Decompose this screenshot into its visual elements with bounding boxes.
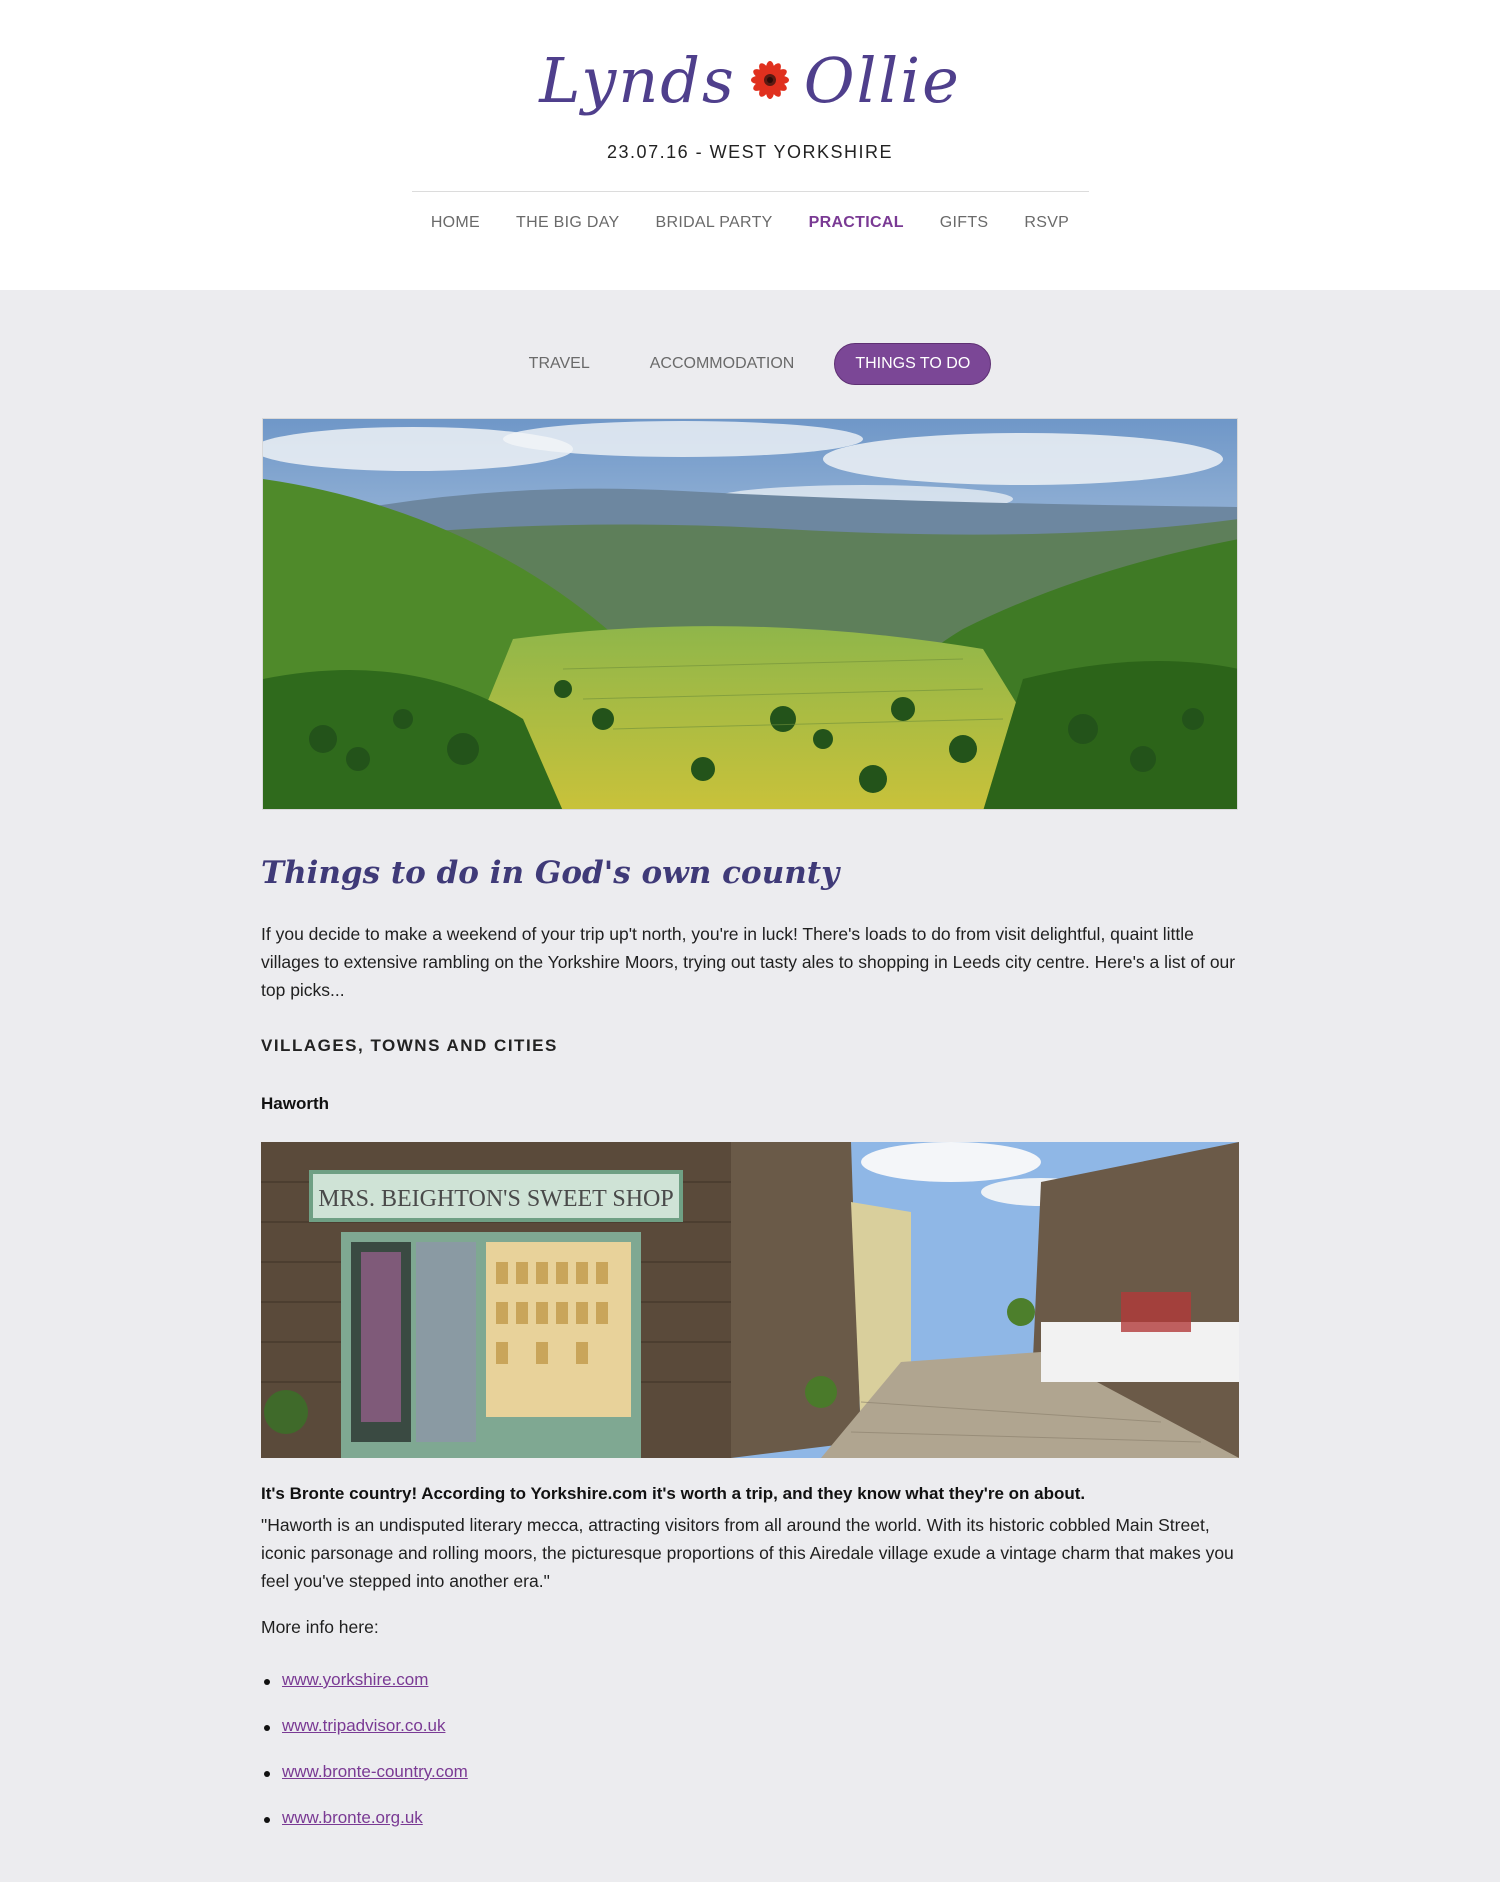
wedding-date-location: 23.07.16 - WEST YORKSHIRE (607, 142, 893, 162)
logo-name-left: Lynds (539, 43, 736, 117)
link-tripadvisor[interactable]: www.tripadvisor.co.uk (282, 1716, 445, 1735)
nav-rsvp[interactable]: RSVP (1024, 214, 1069, 232)
quote-text: "Haworth is an undisputed literary mecca… (261, 1515, 1234, 1591)
nav-bridal-party[interactable]: BRIDAL PARTY (656, 214, 773, 232)
nav-the-big-day[interactable]: THE BIG DAY (516, 214, 619, 232)
main-nav: HOME THE BIG DAY BRIDAL PARTY PRACTICAL … (0, 214, 1500, 232)
shop-sign: MRS. BEIGHTON'S SWEET SHOP (318, 1186, 674, 1212)
list-item: www.bronte.org.uk (261, 1808, 1241, 1854)
intro-paragraph: If you decide to make a weekend of your … (261, 924, 1236, 1000)
tab-accommodation[interactable]: ACCOMMODATION (630, 344, 815, 384)
haworth-photo: MRS. BEIGHTON'S SWEET SHOP (261, 1142, 1239, 1458)
tab-travel[interactable]: TRAVEL (509, 344, 610, 384)
quote-lead: It's Bronte country! According to Yorksh… (261, 1484, 1086, 1503)
link-yorkshire[interactable]: www.yorkshire.com (282, 1670, 428, 1689)
tab-things-to-do[interactable]: THINGS TO DO (834, 343, 992, 385)
site-header: Lynds Ollie 23.07.16 - WEST YORKSHIRE HO… (0, 0, 1500, 290)
site-logo[interactable]: Lynds Ollie (0, 40, 1500, 120)
list-item: www.tripadvisor.co.uk (261, 1716, 1241, 1762)
nav-home[interactable]: HOME (431, 214, 480, 232)
flower-icon (750, 60, 790, 100)
list-item: www.yorkshire.com (261, 1670, 1241, 1716)
hero-image-yorkshire-dales (262, 418, 1238, 810)
nav-gifts[interactable]: GIFTS (940, 214, 989, 232)
header-divider (412, 191, 1089, 192)
list-item: www.bronte-country.com (261, 1762, 1241, 1808)
logo-name-right: Ollie (803, 43, 961, 117)
link-bronte-country[interactable]: www.bronte-country.com (282, 1762, 468, 1781)
more-info-label: More info here: (261, 1617, 379, 1637)
category-heading: VILLAGES, TOWNS AND CITIES (261, 1036, 558, 1055)
sub-nav: TRAVEL ACCOMMODATION THINGS TO DO (0, 343, 1500, 385)
place-heading: Haworth (261, 1094, 329, 1113)
page-title: Things to do in God's own county (261, 855, 840, 891)
nav-practical[interactable]: PRACTICAL (809, 214, 904, 232)
link-bronte-org[interactable]: www.bronte.org.uk (282, 1808, 423, 1827)
links-list: www.yorkshire.com www.tripadvisor.co.uk … (261, 1670, 1241, 1854)
